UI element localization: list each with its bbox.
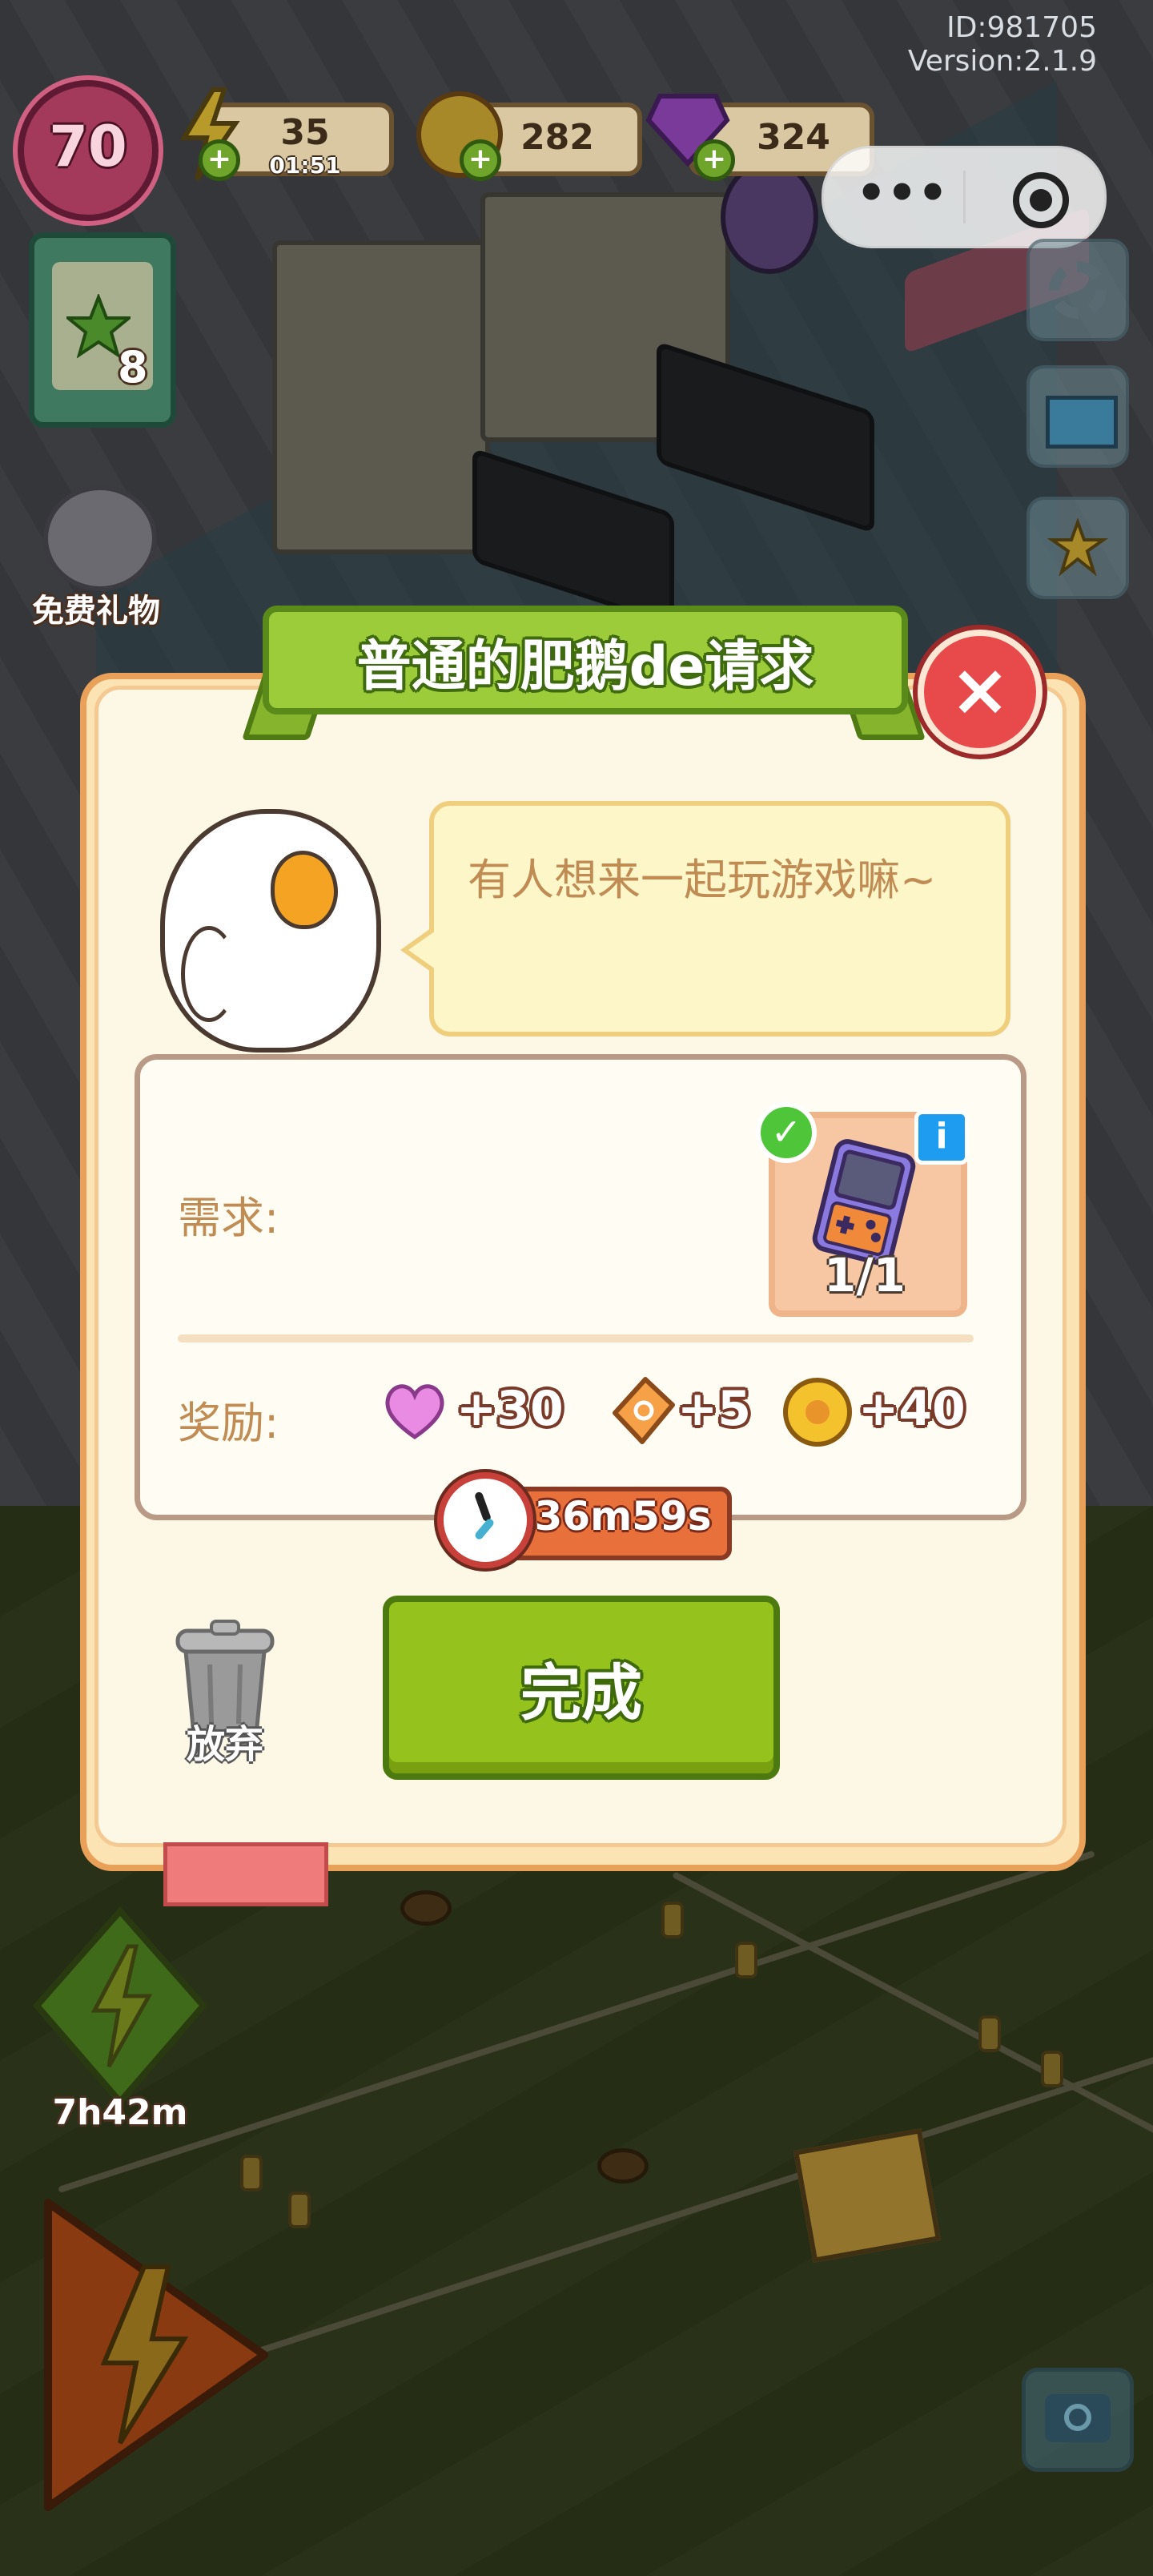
free-gift-button[interactable]: 免费礼物 <box>16 477 176 630</box>
dialog-title: 普通的肥鹅de请求 <box>356 635 814 698</box>
discard-label: 放弃 <box>186 1722 263 1767</box>
reward-tickets-value: +5 <box>677 1381 752 1437</box>
more-menu-button[interactable]: ••• <box>856 169 948 217</box>
speech-bubble <box>429 801 1010 1036</box>
play-lightning-icon <box>44 2199 268 2511</box>
player-id: ID:981705 <box>946 11 1097 44</box>
section-divider <box>178 1334 974 1342</box>
camera-button[interactable] <box>1022 2368 1134 2472</box>
goose-avatar <box>160 809 381 1053</box>
reward-coins-value: +40 <box>858 1381 966 1437</box>
quest-count: 8 <box>118 342 148 392</box>
lightning-boost-icon <box>32 1906 208 2107</box>
gift-icon <box>43 485 157 591</box>
gear-icon <box>1049 261 1107 319</box>
close-app-button[interactable] <box>1013 172 1069 228</box>
gem-value: 324 <box>757 117 830 158</box>
energy-value: 35 <box>280 112 330 153</box>
main-action-button[interactable] <box>24 2187 280 2523</box>
remaining-time: 36m59s <box>534 1493 712 1540</box>
bookmark-ribbon <box>163 1842 328 1906</box>
speed-boost-button[interactable] <box>32 1906 208 2107</box>
mini-program-capsule: ••• <box>822 146 1107 248</box>
free-gift-label: 免费礼物 <box>32 593 160 630</box>
camera-icon <box>1045 2394 1111 2442</box>
close-button[interactable]: × <box>918 630 1043 755</box>
speech-text: 有人想来一起玩游戏嘛~ <box>468 855 937 905</box>
coin-icon <box>783 1378 852 1447</box>
reward-label: 奖励: <box>178 1398 279 1448</box>
achievement-button[interactable] <box>1026 497 1129 599</box>
ticket-icon <box>599 1373 679 1450</box>
add-energy-button[interactable]: + <box>199 139 240 181</box>
complete-button-label: 完成 <box>520 1657 642 1729</box>
capsule-divider <box>963 171 966 223</box>
goose-beak <box>271 851 338 929</box>
version-info: ID:981705 Version:2.1.9 <box>849 11 1097 78</box>
coin-value: 282 <box>520 117 594 158</box>
check-icon: ✓ <box>756 1102 817 1163</box>
reward-hearts-value: +30 <box>456 1381 564 1437</box>
goose-wing <box>181 926 237 1022</box>
record-icon <box>1030 189 1052 211</box>
add-gems-button[interactable]: + <box>693 139 735 181</box>
speech-tail-fill <box>408 931 436 969</box>
mail-button[interactable] <box>1026 365 1129 468</box>
info-button[interactable]: i <box>914 1110 969 1165</box>
add-coins-button[interactable]: + <box>460 139 501 181</box>
level-number: 70 <box>49 114 127 179</box>
level-badge[interactable]: 70 <box>18 80 159 221</box>
trophy-icon <box>1046 516 1110 580</box>
requirement-label: 需求: <box>178 1193 279 1243</box>
version-number: Version:2.1.9 <box>907 45 1097 78</box>
mail-icon <box>1046 396 1118 449</box>
close-icon: × <box>950 648 1010 732</box>
heart-icon <box>381 1381 448 1442</box>
energy-timer: 01:51 <box>269 152 341 179</box>
boost-timer: 7h42m <box>52 2092 188 2133</box>
item-progress: 1/1 <box>824 1248 906 1302</box>
info-icon: i <box>935 1116 948 1157</box>
quest-book-button[interactable]: 8 <box>29 232 176 428</box>
clock-icon <box>437 1472 533 1568</box>
settings-button[interactable] <box>1026 239 1129 341</box>
